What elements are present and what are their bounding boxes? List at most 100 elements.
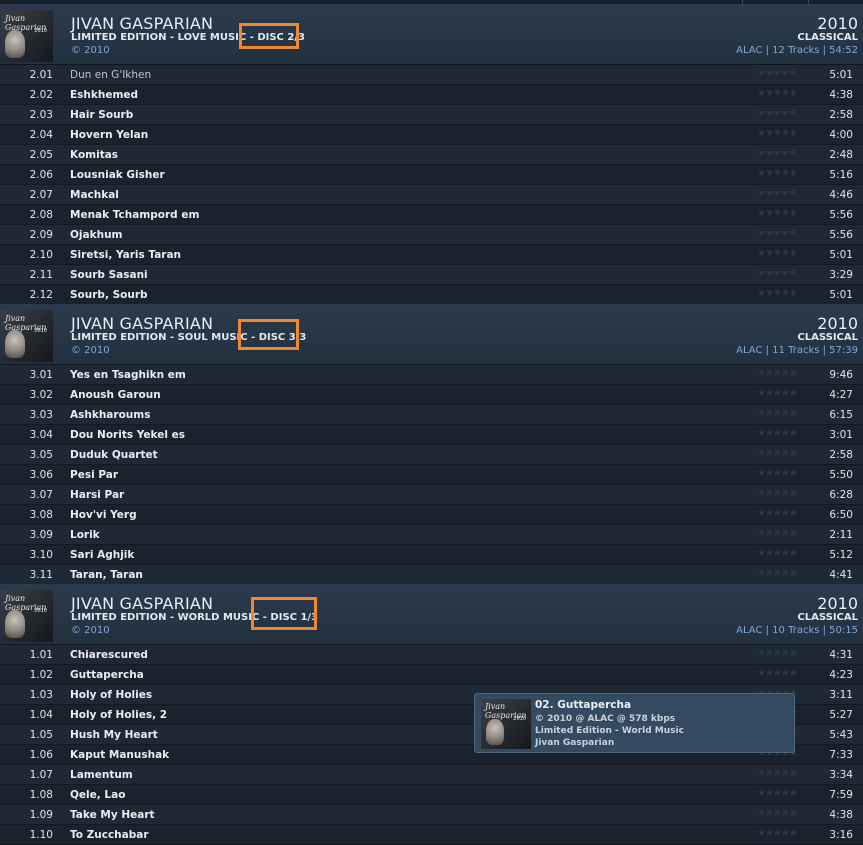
album-year: 2010	[817, 314, 858, 333]
track-number: 1.04	[29, 709, 53, 721]
track-number: 2.01	[29, 69, 53, 81]
track-row[interactable]: 1.01 Chiarescured ★★★★★ 4:31	[0, 645, 863, 665]
track-row[interactable]: 2.08 Menak Tchampord em ★★★★★ 5:56	[0, 205, 863, 225]
track-row[interactable]: 2.07 Machkal ★★★★★ 4:46	[0, 185, 863, 205]
rating-stars[interactable]: ★★★★★	[757, 208, 798, 219]
track-row[interactable]: 1.09 Take My Heart ★★★★★ 4:38	[0, 805, 863, 825]
track-row[interactable]: 3.07 Harsi Par ★★★★★ 6:28	[0, 485, 863, 505]
track-row[interactable]: 1.10 To Zucchabar ★★★★★ 3:16	[0, 825, 863, 845]
track-row[interactable]: 1.08 Qele, Lao ★★★★★ 7:59	[0, 785, 863, 805]
rating-stars[interactable]: ★★★★★	[757, 108, 798, 119]
track-row[interactable]: 2.01 Dun en G'Ikhen ★★★★★ 5:01	[0, 65, 863, 85]
track-duration: 3:29	[829, 269, 853, 281]
copyright: © 2010	[71, 345, 110, 356]
track-duration: 2:58	[829, 449, 853, 461]
track-number: 1.05	[29, 729, 53, 741]
track-duration: 7:59	[829, 789, 853, 801]
track-row[interactable]: 2.11 Sourb Sasani ★★★★★ 3:29	[0, 265, 863, 285]
rating-stars[interactable]: ★★★★★	[757, 428, 798, 439]
track-number: 3.07	[29, 489, 53, 501]
track-row[interactable]: 3.11 Taran, Taran ★★★★★ 4:41	[0, 565, 863, 585]
track-duration: 5:43	[829, 729, 853, 741]
track-title: Ashkharoums	[70, 409, 151, 421]
track-number: 2.06	[29, 169, 53, 181]
track-number: 2.03	[29, 109, 53, 121]
track-row[interactable]: 2.04 Hovern Yelan ★★★★★ 4:00	[0, 125, 863, 145]
track-duration: 4:41	[829, 569, 853, 581]
track-row[interactable]: 2.09 Ojakhum ★★★★★ 5:56	[0, 225, 863, 245]
track-duration: 5:01	[829, 249, 853, 261]
track-row[interactable]: 2.06 Lousniak Gisher ★★★★★ 5:16	[0, 165, 863, 185]
track-row[interactable]: 1.02 Guttapercha ★★★★★ 4:23	[0, 665, 863, 685]
rating-stars[interactable]: ★★★★★	[757, 468, 798, 479]
track-duration: 5:56	[829, 229, 853, 241]
rating-stars[interactable]: ★★★★★	[757, 388, 798, 399]
track-title: Lousniak Gisher	[70, 169, 165, 181]
track-row[interactable]: 3.01 Yes en Tsaghikn em ★★★★★ 9:46	[0, 365, 863, 385]
track-row[interactable]: 3.05 Duduk Quartet ★★★★★ 2:58	[0, 445, 863, 465]
rating-stars[interactable]: ★★★★★	[757, 448, 798, 459]
track-number: 3.05	[29, 449, 53, 461]
rating-stars[interactable]: ★★★★★	[757, 668, 798, 679]
rating-stars[interactable]: ★★★★★	[757, 268, 798, 279]
track-duration: 6:50	[829, 509, 853, 521]
track-row[interactable]: 2.05 Komitas ★★★★★ 2:48	[0, 145, 863, 165]
artist-name: JIVAN GASPARIAN	[71, 594, 214, 613]
track-row[interactable]: 2.10 Siretsi, Yaris Taran ★★★★★ 5:01	[0, 245, 863, 265]
rating-stars[interactable]: ★★★★★	[757, 168, 798, 179]
track-duration: 9:46	[829, 369, 853, 381]
track-number: 2.09	[29, 229, 53, 241]
rating-stars[interactable]: ★★★★★	[757, 408, 798, 419]
track-row[interactable]: 3.04 Dou Norits Yekel es ★★★★★ 3:01	[0, 425, 863, 445]
track-title: Take My Heart	[70, 809, 155, 821]
rating-stars[interactable]: ★★★★★	[757, 88, 798, 99]
track-duration: 5:01	[829, 289, 853, 301]
tooltip-title: 02. Guttapercha	[535, 699, 632, 711]
track-duration: 4:38	[829, 89, 853, 101]
rating-stars[interactable]: ★★★★★	[757, 148, 798, 159]
album-header[interactable]: Jivan Gasparian 2010 JIVAN GASPARIAN LIM…	[0, 584, 863, 645]
rating-stars[interactable]: ★★★★★	[757, 568, 798, 579]
track-row[interactable]: 2.02 Eshkhemed ★★★★★ 4:38	[0, 85, 863, 105]
rating-stars[interactable]: ★★★★★	[757, 508, 798, 519]
rating-stars[interactable]: ★★★★★	[757, 648, 798, 659]
rating-stars[interactable]: ★★★★★	[757, 288, 798, 299]
track-row[interactable]: 3.02 Anoush Garoun ★★★★★ 4:27	[0, 385, 863, 405]
album-group: Jivan Gasparian 2010 JIVAN GASPARIAN LIM…	[0, 4, 863, 305]
track-row[interactable]: 3.03 Ashkharoums ★★★★★ 6:15	[0, 405, 863, 425]
track-row[interactable]: 3.09 Lorik ★★★★★ 2:11	[0, 525, 863, 545]
rating-stars[interactable]: ★★★★★	[757, 228, 798, 239]
track-title: Hov'vi Yerg	[70, 509, 137, 521]
track-title: Lamentum	[70, 769, 133, 781]
rating-stars[interactable]: ★★★★★	[757, 828, 798, 839]
rating-stars[interactable]: ★★★★★	[757, 368, 798, 379]
track-title: Sourb, Sourb	[70, 289, 148, 301]
track-title: Duduk Quartet	[70, 449, 158, 461]
track-title: Menak Tchampord em	[70, 209, 200, 221]
track-row[interactable]: 2.12 Sourb, Sourb ★★★★★ 5:01	[0, 285, 863, 305]
track-number: 3.09	[29, 529, 53, 541]
album-title: LIMITED EDITION - WORLD MUSIC - DISC 1/3	[71, 612, 319, 623]
track-row[interactable]: 2.03 Hair Sourb ★★★★★ 2:58	[0, 105, 863, 125]
track-row[interactable]: 3.08 Hov'vi Yerg ★★★★★ 6:50	[0, 505, 863, 525]
rating-stars[interactable]: ★★★★★	[757, 248, 798, 259]
rating-stars[interactable]: ★★★★★	[757, 188, 798, 199]
rating-stars[interactable]: ★★★★★	[757, 68, 798, 79]
track-title: Machkal	[70, 189, 119, 201]
rating-stars[interactable]: ★★★★★	[757, 128, 798, 139]
track-title: Sari Aghjik	[70, 549, 135, 561]
track-row[interactable]: 3.06 Pesi Par ★★★★★ 5:50	[0, 465, 863, 485]
rating-stars[interactable]: ★★★★★	[757, 548, 798, 559]
rating-stars[interactable]: ★★★★★	[757, 528, 798, 539]
track-row[interactable]: 1.07 Lamentum ★★★★★ 3:34	[0, 765, 863, 785]
rating-stars[interactable]: ★★★★★	[757, 808, 798, 819]
track-duration: 3:11	[829, 689, 853, 701]
album-header[interactable]: Jivan Gasparian 2010 JIVAN GASPARIAN LIM…	[0, 304, 863, 365]
track-duration: 2:48	[829, 149, 853, 161]
track-row[interactable]: 3.10 Sari Aghjik ★★★★★ 5:12	[0, 545, 863, 565]
track-number: 1.10	[29, 829, 53, 841]
album-header[interactable]: Jivan Gasparian 2010 JIVAN GASPARIAN LIM…	[0, 4, 863, 65]
rating-stars[interactable]: ★★★★★	[757, 488, 798, 499]
rating-stars[interactable]: ★★★★★	[757, 768, 798, 779]
rating-stars[interactable]: ★★★★★	[757, 788, 798, 799]
